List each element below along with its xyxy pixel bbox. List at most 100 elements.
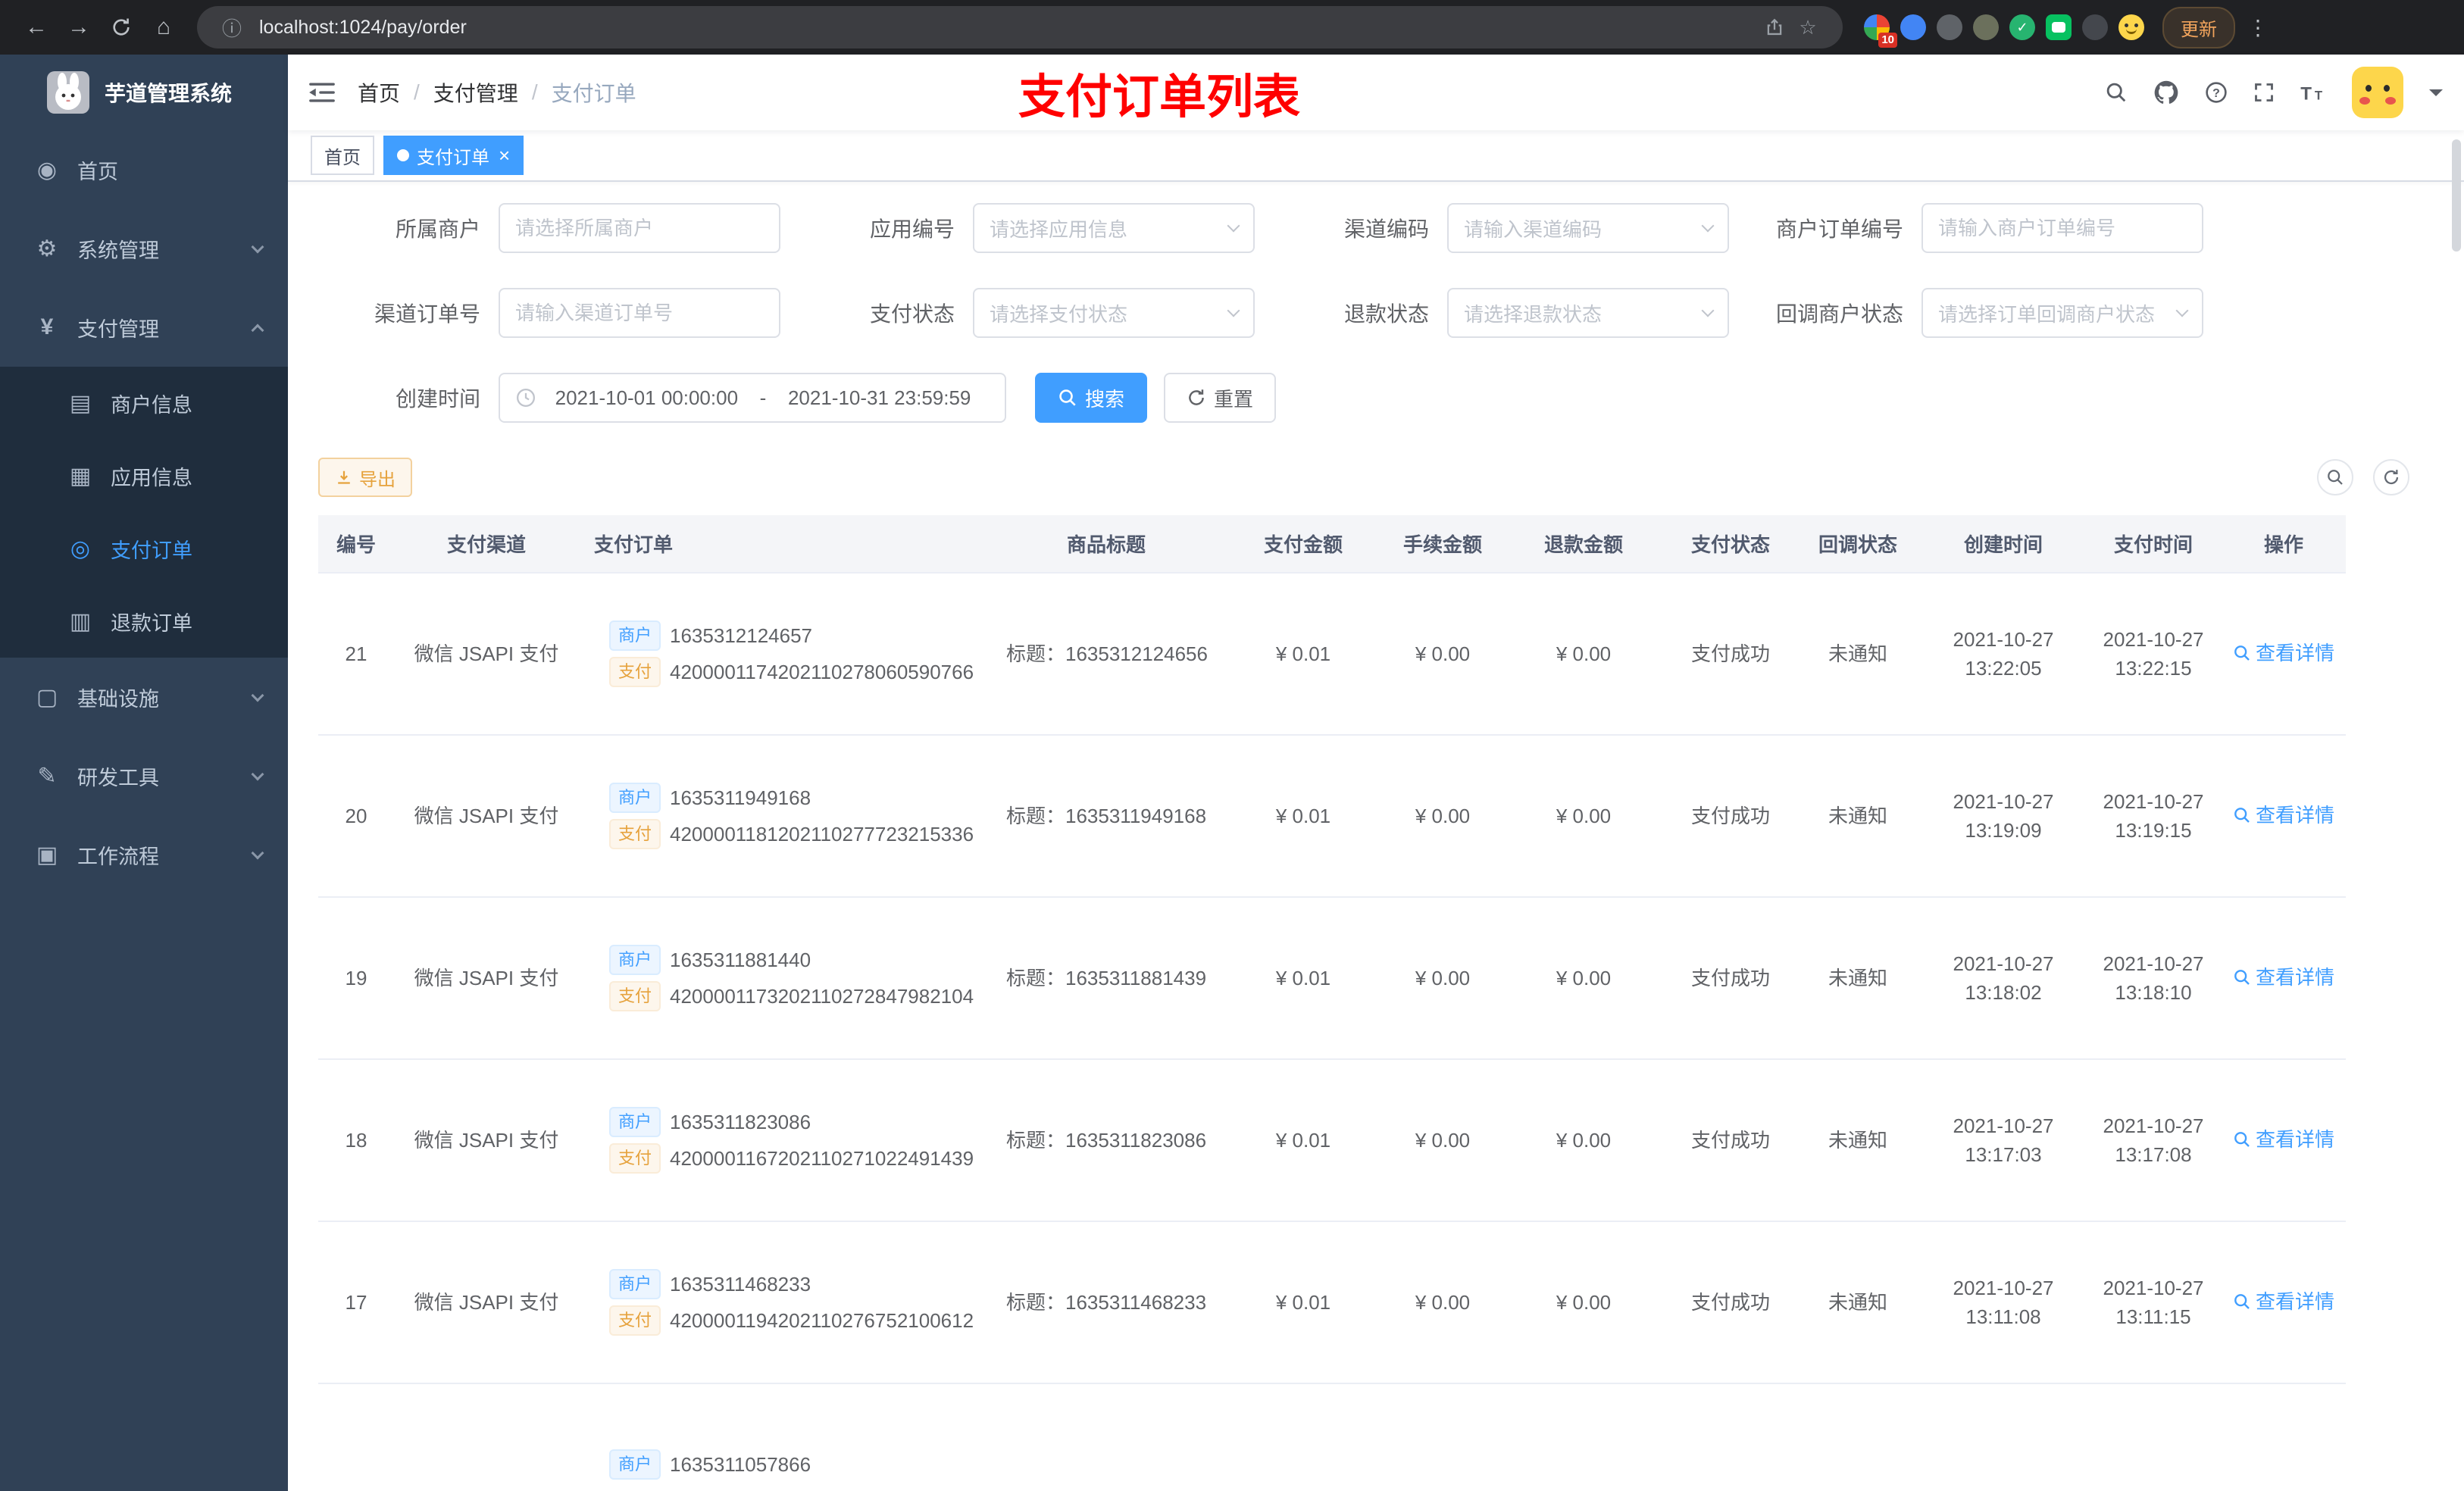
filter-item-channel-code: 渠道编码 请输入渠道编码 <box>1267 203 1729 253</box>
pay-order-no: 4200001174202110278060590766 <box>670 661 974 683</box>
cell-channel: 微信 JSAPI 支付 <box>394 1221 579 1384</box>
extension-olive-icon[interactable] <box>1973 14 1999 40</box>
extension-grid-icon[interactable]: 10 <box>1864 14 1897 48</box>
extension-blue-icon[interactable] <box>1900 14 1926 40</box>
page-scrollbar[interactable] <box>2452 139 2461 252</box>
tab-pay-order[interactable]: 支付订单 × <box>383 136 524 175</box>
sidebar-item-merchant-info[interactable]: ▤ 商户信息 <box>0 367 288 439</box>
column-amount: 支付金额 <box>1221 515 1385 574</box>
sidebar-item-system[interactable]: ⚙ 系统管理 <box>0 209 288 288</box>
view-detail-link[interactable]: 查看详情 <box>2233 639 2334 667</box>
reload-icon[interactable] <box>100 6 142 48</box>
view-detail-link[interactable]: 查看详情 <box>2233 963 2334 992</box>
fullscreen-icon[interactable] <box>2253 82 2275 103</box>
view-detail-link[interactable]: 查看详情 <box>2233 1287 2334 1316</box>
sidebar-item-devtools[interactable]: ✎ 研发工具 <box>0 736 288 815</box>
chrome-update-button[interactable]: 更新 <box>2162 6 2235 48</box>
tab-home[interactable]: 首页 <box>311 136 374 175</box>
channel-code-select[interactable]: 请输入渠道编码 <box>1447 203 1729 253</box>
sidebar-item-pay-order[interactable]: ◎ 支付订单 <box>0 512 288 585</box>
help-icon[interactable]: ? <box>2205 81 2228 104</box>
cell-id: 20 <box>318 735 394 898</box>
sidebar-item-label: 工作流程 <box>77 845 159 868</box>
sidebar-toggle-icon[interactable] <box>309 81 335 104</box>
export-button[interactable]: 导出 <box>318 458 412 497</box>
view-detail-link[interactable]: 查看详情 <box>2233 1125 2334 1154</box>
breadcrumb-separator: / <box>531 80 538 104</box>
breadcrumb-payment[interactable]: 支付管理 <box>433 77 518 108</box>
merchant-input[interactable] <box>499 203 780 253</box>
cell-id: 21 <box>318 573 394 736</box>
cell-created <box>1921 1383 2085 1491</box>
sidebar-item-payment[interactable]: ¥ 支付管理 <box>0 288 288 367</box>
user-avatar[interactable] <box>2352 67 2403 118</box>
toggle-search-icon[interactable] <box>2317 459 2353 495</box>
cell-title: 标题：1635311949168 <box>991 735 1221 898</box>
sidebar-item-app-info[interactable]: ▦ 应用信息 <box>0 439 288 512</box>
share-icon[interactable] <box>1758 17 1791 37</box>
reset-button[interactable]: 重置 <box>1164 373 1277 423</box>
filter-item-merchant-order-no: 商户订单编号 <box>1741 203 2203 253</box>
sidebar-item-home[interactable]: ◉ 首页 <box>0 130 288 209</box>
app-no-select[interactable]: 请选择应用信息 <box>973 203 1255 253</box>
breadcrumb-home[interactable]: 首页 <box>358 77 400 108</box>
sidebar: 芋道管理系统 ◉ 首页 ⚙ 系统管理 ¥ 支付管理 ▤ 商户信息 ▦ 应用信息 … <box>0 55 288 1491</box>
column-order: 支付订单 <box>579 515 991 574</box>
create-time-range-input[interactable]: 2021-10-01 00:00:00 - 2021-10-31 23:59:5… <box>499 373 1006 423</box>
sidebar-item-workflow[interactable]: ▣ 工作流程 <box>0 815 288 894</box>
cell-pay-order: 商户 1635311057866 <box>579 1383 991 1491</box>
channel-order-no-input[interactable] <box>499 288 780 338</box>
pay-status-select[interactable]: 请选择支付状态 <box>973 288 1255 338</box>
refresh-table-icon[interactable] <box>2373 459 2409 495</box>
cell-refund: ¥ 0.00 <box>1500 1059 1667 1222</box>
pay-order-icon: ◎ <box>70 536 91 561</box>
back-icon[interactable]: ← <box>15 6 58 48</box>
tab-close-icon[interactable]: × <box>499 145 510 165</box>
merchant-order-no-input[interactable] <box>1921 203 2203 253</box>
sidebar-item-refund-order[interactable]: ▥ 退款订单 <box>0 585 288 658</box>
cell-pay-order: 商户 1635311949168 支付 42000011812021102777232… <box>579 735 991 898</box>
github-icon[interactable] <box>2153 80 2179 105</box>
profile-avatar-icon[interactable] <box>2118 14 2144 40</box>
logo[interactable]: 芋道管理系统 <box>0 55 288 130</box>
app-shell: 芋道管理系统 ◉ 首页 ⚙ 系统管理 ¥ 支付管理 ▤ 商户信息 ▦ 应用信息 … <box>0 55 2464 1491</box>
cell-amount: ¥ 0.01 <box>1221 1059 1385 1222</box>
view-detail-link[interactable]: 查看详情 <box>2233 801 2334 830</box>
merchant-order-no: 1635311949168 <box>670 786 811 809</box>
sidebar-item-label: 支付订单 <box>111 539 192 562</box>
filter-row-3: 创建时间 2021-10-01 00:00:00 - 2021-10-31 23… <box>318 373 2434 423</box>
cell-refund: ¥ 0.00 <box>1500 1221 1667 1384</box>
chrome-menu-icon[interactable]: ⋮ <box>2241 15 2275 40</box>
notify-status-select[interactable]: 请选择订单回调商户状态 <box>1921 288 2203 338</box>
extension-gray-icon[interactable] <box>1937 14 1962 40</box>
extension-chat-icon[interactable] <box>2046 14 2072 40</box>
app-no-placeholder: 请选择应用信息 <box>990 217 1128 241</box>
cell-title: 标题：1635311881439 <box>991 897 1221 1060</box>
cell-paid: 2021-10-27 13:22:15 <box>2085 573 2222 736</box>
column-title: 商品标题 <box>991 515 1221 574</box>
cell-created: 2021-10-27 13:11:08 <box>1921 1221 2085 1384</box>
sidebar-item-infrastructure[interactable]: ▢ 基础设施 <box>0 658 288 736</box>
extension-green-check-icon[interactable]: ✓ <box>2009 14 2035 40</box>
refund-status-select[interactable]: 请选择退款状态 <box>1447 288 1729 338</box>
search-button[interactable]: 搜索 <box>1035 373 1148 423</box>
avatar-dropdown-icon[interactable] <box>2429 89 2443 103</box>
cell-status: 支付成功 <box>1667 735 1794 898</box>
font-size-icon[interactable]: TT <box>2300 83 2326 102</box>
url-bar[interactable]: ⓘ localhost:1024/pay/order ☆ <box>197 6 1843 48</box>
filter-label-pay-status: 支付状态 <box>869 302 955 326</box>
pay-tag: 支付 <box>609 1305 661 1336</box>
cell-notify: 未通知 <box>1794 573 1921 736</box>
forward-icon[interactable]: → <box>58 6 100 48</box>
site-info-icon[interactable]: ⓘ <box>215 14 249 42</box>
home-icon[interactable]: ⌂ <box>142 6 185 48</box>
bookmark-star-icon[interactable]: ☆ <box>1791 16 1825 39</box>
search-icon[interactable] <box>2105 81 2128 104</box>
cell-id: 17 <box>318 1221 394 1384</box>
filter-item-channel-order-no: 渠道订单号 <box>318 288 780 338</box>
extension-dark-icon[interactable] <box>2082 14 2108 40</box>
search-button-label: 搜索 <box>1085 387 1125 411</box>
cell-amount <box>1221 1383 1385 1491</box>
active-tab-dot <box>397 149 409 161</box>
table-row: 商户 1635311057866 <box>318 1383 2346 1491</box>
